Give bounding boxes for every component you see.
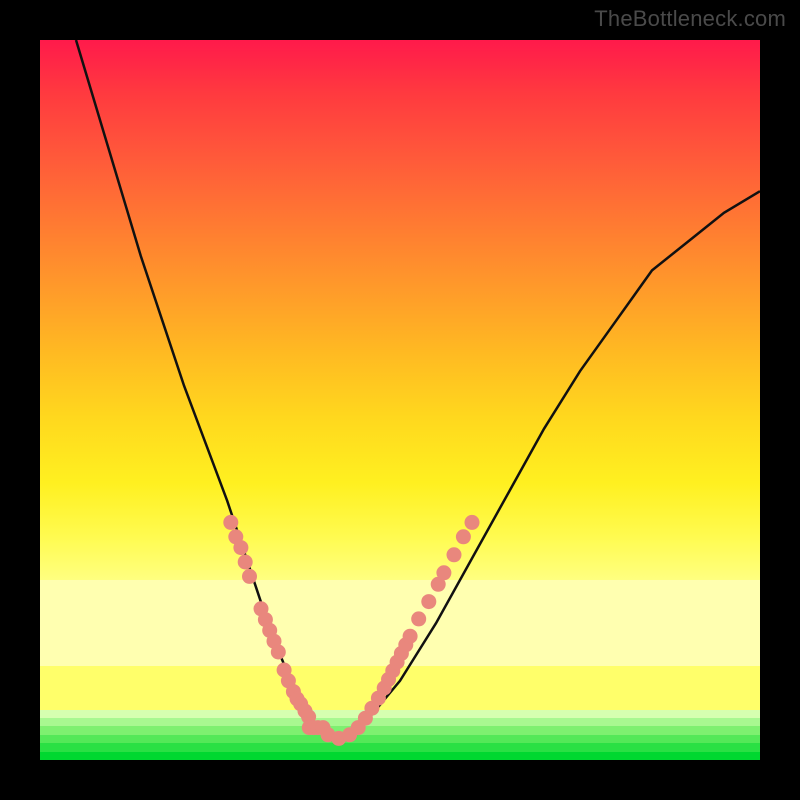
curve-layer	[40, 40, 760, 760]
data-point	[411, 611, 426, 626]
data-point	[436, 565, 451, 580]
data-point	[403, 629, 418, 644]
data-point	[223, 515, 238, 530]
data-point	[456, 529, 471, 544]
plot-area	[40, 40, 760, 760]
data-point	[421, 594, 436, 609]
marker-group	[223, 515, 479, 746]
chart-frame: TheBottleneck.com	[0, 0, 800, 800]
data-point	[271, 645, 286, 660]
data-point	[242, 569, 257, 584]
data-point	[238, 555, 253, 570]
bottleneck-curve-path	[76, 40, 760, 738]
data-point	[447, 547, 462, 562]
data-point	[233, 540, 248, 555]
data-point	[465, 515, 480, 530]
watermark-text: TheBottleneck.com	[594, 6, 786, 32]
